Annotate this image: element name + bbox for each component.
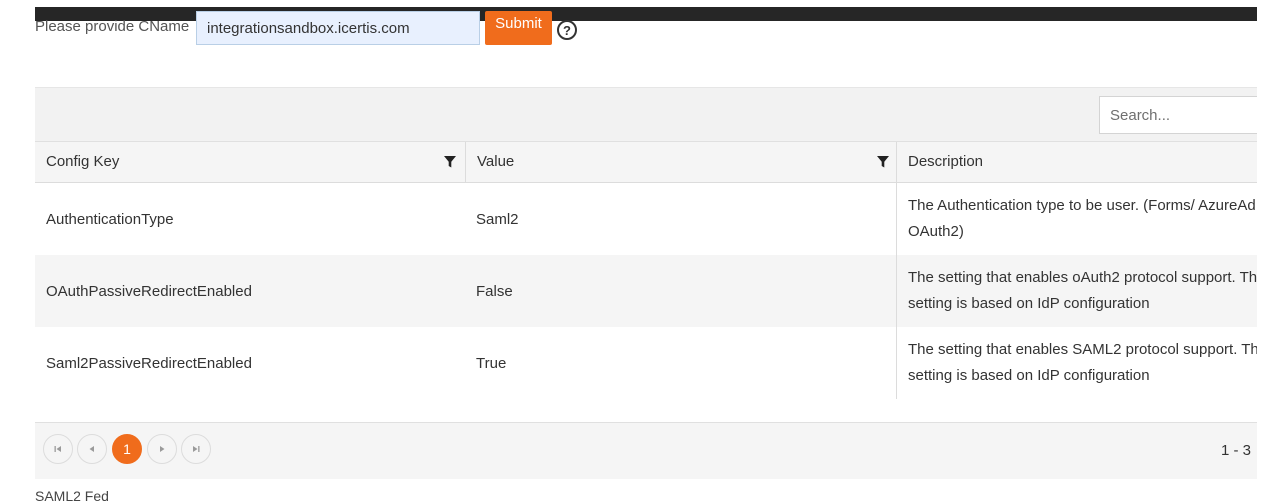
- previous-page-icon[interactable]: [77, 434, 107, 464]
- next-page-icon[interactable]: [147, 434, 177, 464]
- description-line: The setting that enables oAuth2 protocol…: [908, 269, 1257, 286]
- table-row[interactable]: Saml2PassiveRedirectEnabled True The set…: [35, 327, 1257, 399]
- help-icon[interactable]: ?: [557, 20, 577, 40]
- column-header-label: Value: [477, 153, 515, 170]
- last-page-icon[interactable]: [181, 434, 211, 464]
- description-line: The Authentication type to be user. (For…: [908, 197, 1256, 214]
- description-cell: The Authentication type to be user. (For…: [896, 183, 1257, 255]
- pager-info: 1 - 3: [1220, 442, 1251, 459]
- description-line: OAuth2): [908, 223, 964, 240]
- column-header-value[interactable]: Value: [465, 142, 896, 182]
- value-cell: True: [476, 354, 507, 372]
- table-row[interactable]: AuthenticationType Saml2 The Authenticat…: [35, 183, 1257, 255]
- config-key-cell: Saml2PassiveRedirectEnabled: [46, 354, 252, 372]
- filter-icon[interactable]: [876, 155, 890, 169]
- submit-button[interactable]: Submit: [485, 11, 552, 45]
- column-header-label: Description: [908, 153, 984, 170]
- column-header-label: Config Key: [46, 153, 120, 170]
- value-cell: Saml2: [476, 210, 519, 228]
- description-cell: The setting that enables SAML2 protocol …: [896, 327, 1257, 399]
- config-key-cell: AuthenticationType: [46, 210, 174, 228]
- cname-label: Please provide CName: [35, 18, 190, 35]
- cname-input[interactable]: [196, 11, 480, 45]
- first-page-icon[interactable]: [43, 434, 73, 464]
- description-line: The setting that enables SAML2 protocol …: [908, 341, 1257, 358]
- description-line: setting is based on IdP configuration: [908, 367, 1150, 384]
- config-grid: Config Key Value Description Authenticat…: [35, 87, 1257, 479]
- config-key-cell: OAuthPassiveRedirectEnabled: [46, 282, 252, 300]
- grid-header: Config Key Value Description: [35, 142, 1257, 183]
- description-cell: The setting that enables oAuth2 protocol…: [896, 255, 1257, 327]
- search-input[interactable]: [1099, 96, 1257, 134]
- table-row[interactable]: OAuthPassiveRedirectEnabled False The se…: [35, 255, 1257, 327]
- filter-icon[interactable]: [443, 155, 457, 169]
- column-header-description[interactable]: Description: [896, 142, 1257, 182]
- description-line: setting is based on IdP configuration: [908, 295, 1150, 312]
- grid-toolbar: [35, 87, 1257, 142]
- value-cell: False: [476, 282, 513, 300]
- pager: 1 1 - 3: [35, 422, 1257, 479]
- column-header-config-key[interactable]: Config Key: [35, 142, 465, 182]
- current-page-button[interactable]: 1: [112, 434, 142, 464]
